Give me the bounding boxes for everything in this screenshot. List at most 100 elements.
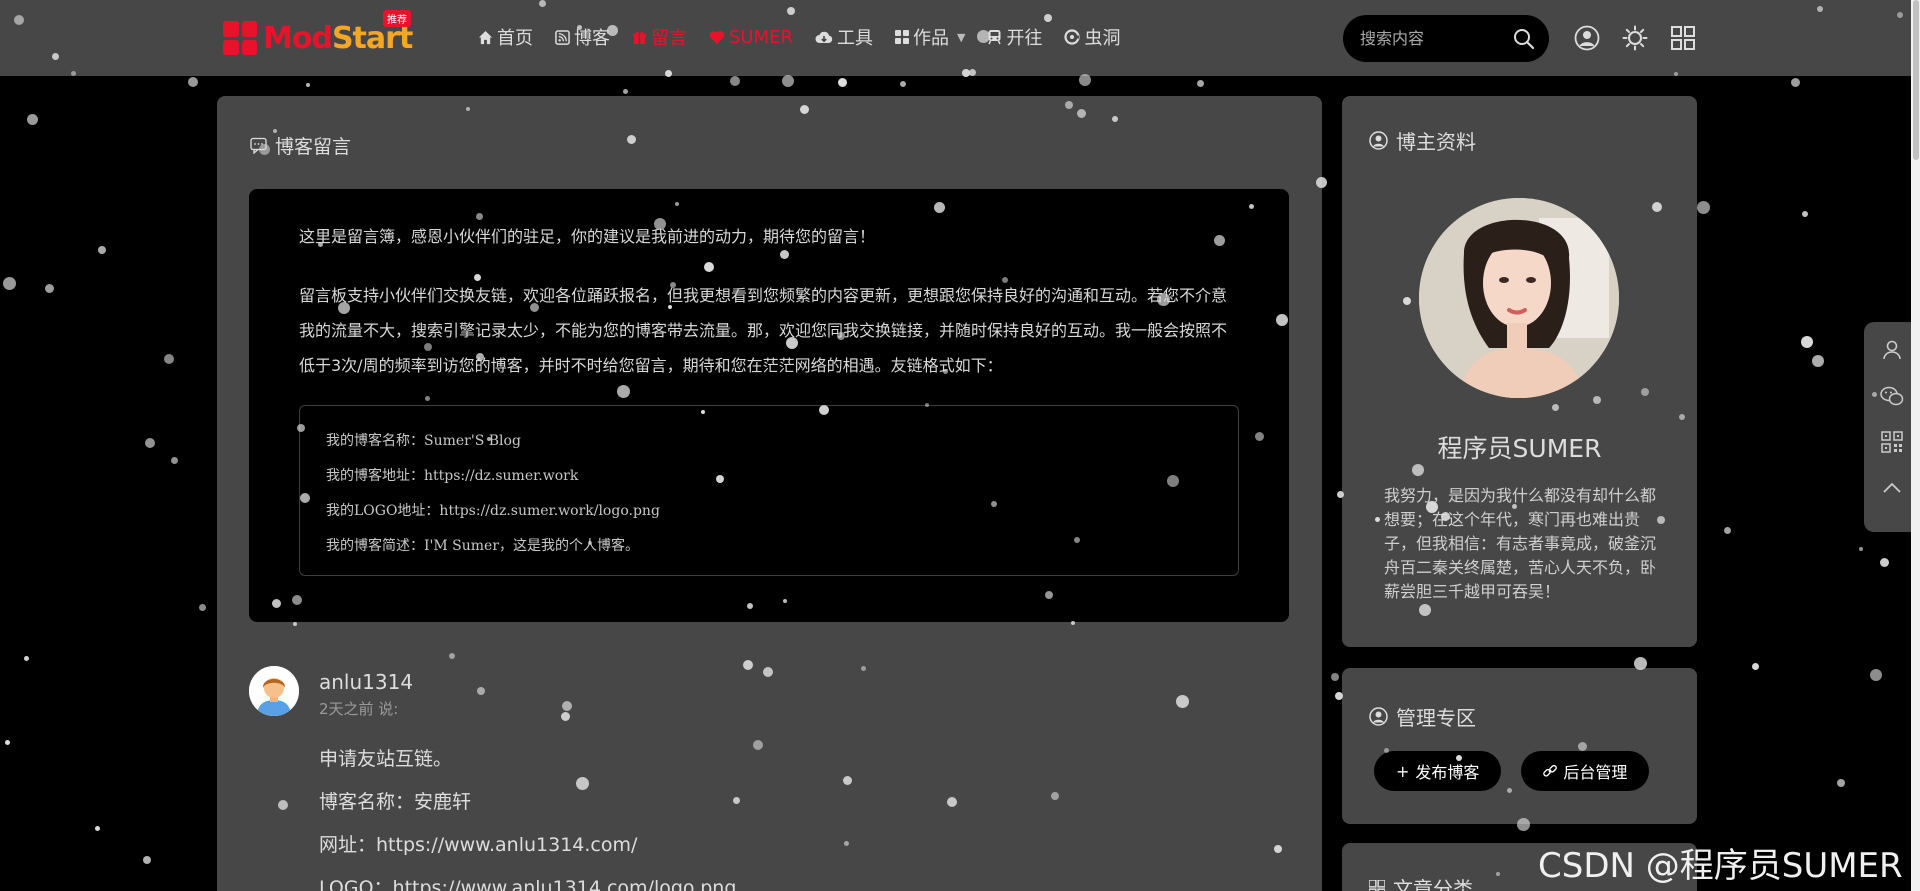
snowflake xyxy=(900,81,906,87)
format-line: 我的博客简述：I'M Sumer，这是我的个人博客。 xyxy=(326,538,640,554)
card-title-text: 博客留言 xyxy=(275,136,352,158)
snowflake xyxy=(782,75,794,87)
nav-blog[interactable]: 博客 xyxy=(555,24,610,50)
snowflake xyxy=(145,438,155,448)
cloud-download-icon xyxy=(815,31,833,43)
search-icon[interactable] xyxy=(1513,28,1535,50)
link-icon xyxy=(1543,764,1558,777)
blogger-profile-card: 博主资料 程序员SUMER 我努力，是因为我什么都没有却什么都想要；在这个年代，… xyxy=(1342,96,1697,647)
user-circle-icon xyxy=(1369,131,1388,150)
nav-tools-label: 工具 xyxy=(837,28,874,49)
nav-works-label: 作品 xyxy=(913,28,950,49)
snowflake xyxy=(1870,669,1882,681)
qrcode-icon[interactable] xyxy=(1879,429,1905,455)
nav-guestbook[interactable]: 留言 xyxy=(632,24,687,50)
home-icon xyxy=(478,30,493,44)
snowflake xyxy=(188,77,198,87)
nav-wormhole[interactable]: 虫洞 xyxy=(1064,24,1120,50)
notice-friend-link: 留言板支持小伙伴们交换友链，欢迎各位踊跃报名，但我更想看到您频繁的内容更新，更想… xyxy=(299,286,1228,375)
card-title: 博客留言 xyxy=(250,132,351,159)
grid-icon xyxy=(895,30,910,44)
rss-icon xyxy=(555,29,570,45)
snowflake xyxy=(1791,78,1800,87)
admin-title-text: 管理专区 xyxy=(1396,706,1476,730)
nav-home-label: 首页 xyxy=(497,28,533,49)
comment-line: LOGO：https://www.anlu1314.com/logo.png xyxy=(319,877,737,891)
guestbook-card: 博客留言 这里是留言簿，感恩小伙伴们的驻足，你的建议是我前进的动力，期待您的留言… xyxy=(217,96,1322,891)
nav-works[interactable]: 作品 ▼ xyxy=(895,24,965,50)
back-to-top-chevron-up-icon[interactable] xyxy=(1879,475,1905,501)
admin-card: 管理专区 + 发布博客 后台管理 xyxy=(1342,668,1697,824)
user-icon[interactable] xyxy=(1573,24,1601,52)
format-line: 我的LOGO地址：https://dz.sumer.work/logo.png xyxy=(326,503,660,519)
site-logo[interactable]: ModStart 推荐 xyxy=(223,10,413,56)
search-box xyxy=(1343,15,1549,62)
layout-grid-icon[interactable] xyxy=(1669,24,1697,52)
snowflake xyxy=(27,114,38,125)
nav-tools[interactable]: 工具 xyxy=(815,24,873,50)
main-nav: 首页 博客 留言 SUMER 工具 作品 ▼ 开往 虫洞 xyxy=(478,24,1120,50)
logo-text-mod: Mod xyxy=(263,20,333,56)
guestbook-notice: 这里是留言簿，感恩小伙伴们的驻足，你的建议是我前进的动力，期待您的留言！ 留言板… xyxy=(249,189,1289,622)
nav-kaiwang[interactable]: 开往 xyxy=(987,24,1042,50)
notice-intro: 这里是留言簿，感恩小伙伴们的驻足，你的建议是我前进的动力，期待您的留言！ xyxy=(299,227,876,246)
snowflake xyxy=(623,89,628,94)
snowflake xyxy=(143,856,151,864)
csdn-watermark: CSDN @程序员SUMER xyxy=(1538,846,1903,886)
page-scrollbar-thumb[interactable] xyxy=(1913,0,1919,160)
plus-icon: + xyxy=(1396,761,1410,781)
header-actions xyxy=(1573,24,1697,52)
comment-author[interactable]: anlu1314 xyxy=(319,670,413,694)
admin-title: 管理专区 xyxy=(1369,702,1476,731)
recommend-badge: 推荐 xyxy=(383,10,411,27)
comment-time: 2天之前 说: xyxy=(319,700,399,718)
snowflake xyxy=(730,76,740,86)
snowflake xyxy=(171,457,178,464)
nav-blog-label: 博客 xyxy=(574,28,610,49)
profile-title: 博主资料 xyxy=(1369,126,1476,155)
snowflake xyxy=(1880,558,1889,567)
admin-buttons: + 发布博客 后台管理 xyxy=(1374,751,1650,791)
snowflake xyxy=(1197,80,1204,87)
comment-line: 博客名称：安鹿轩 xyxy=(319,791,472,813)
nav-home[interactable]: 首页 xyxy=(478,24,533,50)
nav-sumer-label: SUMER xyxy=(729,26,794,48)
snowflake xyxy=(164,354,174,364)
snowflake xyxy=(1812,355,1824,367)
nav-sumer[interactable]: SUMER xyxy=(709,24,793,50)
comment-icon xyxy=(250,137,267,154)
gift-icon xyxy=(632,31,647,44)
avatar[interactable] xyxy=(249,666,299,716)
theme-toggle-sun-icon[interactable] xyxy=(1621,24,1649,52)
snowflake xyxy=(1801,336,1813,348)
snowflake xyxy=(1859,547,1863,551)
wechat-icon[interactable] xyxy=(1879,383,1905,409)
comment-line: 网址：https://www.anlu1314.com/ xyxy=(319,834,638,856)
comment-body: 申请友站互链。 博客名称：安鹿轩 网址：https://www.anlu1314… xyxy=(319,738,736,891)
blogger-bio: 我努力，是因为我什么都没有却什么都想要；在这个年代，寒门再也难出贵子，但我相信：… xyxy=(1384,486,1657,601)
snowflake xyxy=(1697,201,1710,214)
search-input[interactable] xyxy=(1360,29,1500,48)
nav-guestbook-label: 留言 xyxy=(651,28,687,49)
user-icon[interactable] xyxy=(1879,337,1905,363)
publish-blog-button[interactable]: + 发布博客 xyxy=(1374,751,1502,791)
snowflake xyxy=(1724,527,1731,534)
category-title-text: 文章分类 xyxy=(1393,877,1473,891)
snowflake xyxy=(5,740,10,745)
snowflake xyxy=(98,246,106,254)
admin-panel-button[interactable]: 后台管理 xyxy=(1521,751,1650,791)
wormhole-icon xyxy=(1064,29,1081,45)
snowflake xyxy=(1802,211,1808,217)
publish-blog-label: 发布博客 xyxy=(1415,763,1480,782)
snowflake xyxy=(306,83,310,87)
train-icon xyxy=(988,30,1002,45)
snowflake xyxy=(95,826,100,831)
nav-wormhole-label: 虫洞 xyxy=(1084,28,1121,49)
comment-line: 申请友站互链。 xyxy=(319,748,453,770)
blogger-name: 程序员SUMER xyxy=(1437,434,1602,463)
snowflake xyxy=(3,277,16,290)
category-title: 文章分类 xyxy=(1369,873,1473,891)
heart-icon xyxy=(709,30,725,44)
snowflake xyxy=(199,604,206,611)
snowflake xyxy=(1331,673,1339,681)
